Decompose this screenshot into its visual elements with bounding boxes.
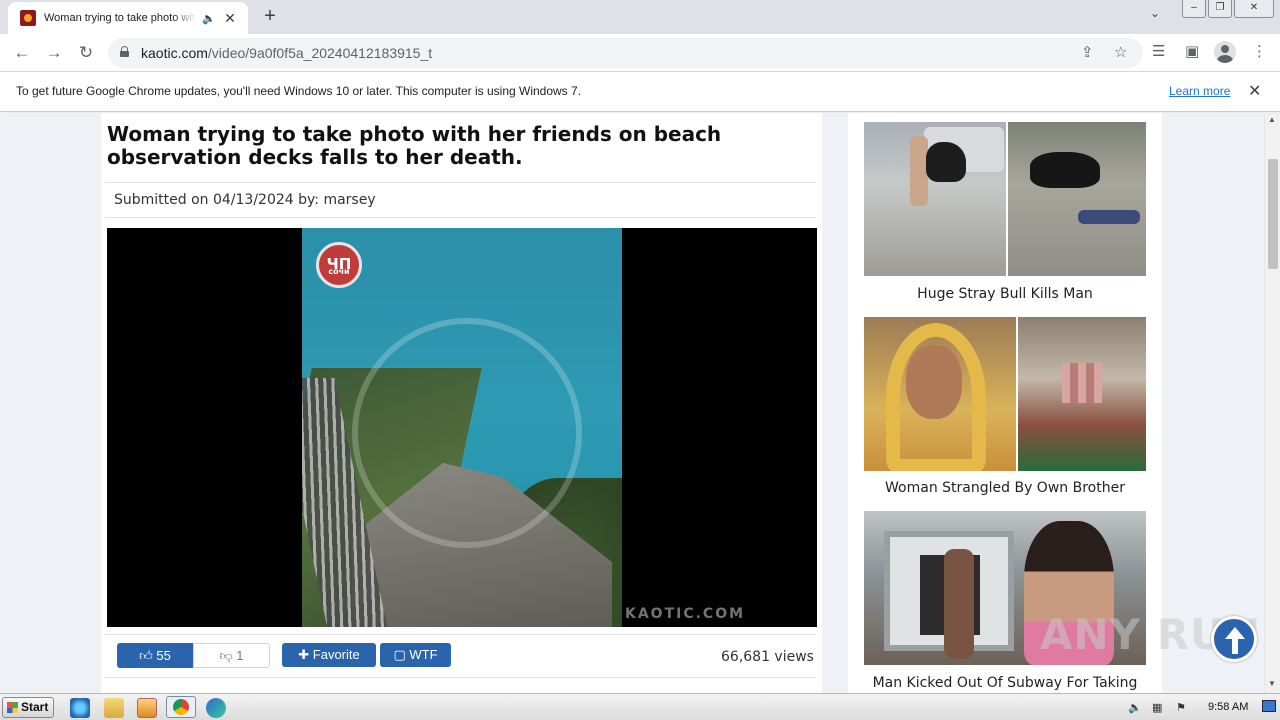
tab-strip: Woman trying to take photo with her frie… <box>0 0 1280 34</box>
view-count: 66,681 views <box>721 649 814 665</box>
system-clock[interactable]: 9:58 AM <box>1208 701 1248 713</box>
wtf-button[interactable]: ▢ WTF <box>380 643 451 667</box>
tab-title: Woman trying to take photo with her frie… <box>44 12 196 24</box>
window-controls: – ❐ ✕ <box>1182 0 1274 18</box>
speaker-icon[interactable]: 🔈 <box>202 12 216 25</box>
related-video-thumbnail[interactable] <box>864 317 1146 471</box>
like-button[interactable]: 👍︎ 55 <box>117 643 193 668</box>
new-tab-button[interactable]: + <box>258 5 282 29</box>
video-watermark-ring <box>352 318 582 548</box>
divider <box>105 217 816 218</box>
reading-list-icon[interactable]: ☰ <box>1152 42 1165 60</box>
thumbnail-bull <box>1030 152 1100 188</box>
update-infobar: To get future Google Chrome updates, you… <box>0 72 1280 112</box>
learn-more-link[interactable]: Learn more <box>1169 84 1230 98</box>
video-player[interactable]: ЧП сочи KAOTIC.COM <box>107 228 817 627</box>
scroll-to-top-arrow-icon[interactable] <box>1211 616 1257 662</box>
profile-avatar-icon[interactable] <box>1214 41 1236 63</box>
share-icon[interactable]: ⇪ <box>1081 43 1094 61</box>
related-video-title[interactable]: Woman Strangled By Own Brother <box>848 480 1162 496</box>
related-videos-sidebar: Huge Stray Bull Kills Man Woman Strangle… <box>848 113 1162 693</box>
media-player-icon[interactable] <box>137 698 157 718</box>
windows-taskbar: Start 🔈 ▦ ⚑ 9:58 AM <box>0 693 1280 720</box>
related-video-title[interactable]: Man Kicked Out Of Subway For Taking <box>848 675 1162 691</box>
thumbnail-person <box>1078 210 1140 224</box>
divider <box>105 182 816 183</box>
window-close-button[interactable]: ✕ <box>1234 0 1274 18</box>
main-column: Woman trying to take photo with her frie… <box>101 113 822 693</box>
start-button[interactable]: Start <box>2 697 54 718</box>
page-title: Woman trying to take photo with her frie… <box>107 122 722 169</box>
side-panel-icon[interactable]: ▣ <box>1185 42 1199 60</box>
bookmark-star-icon[interactable]: ☆ <box>1114 43 1127 61</box>
site-favicon-icon <box>20 10 36 26</box>
chrome-taskbar-button[interactable] <box>166 696 196 718</box>
thumbnail-panel <box>1008 122 1146 276</box>
page-scrollbar[interactable]: ▲ ▼ <box>1264 113 1280 693</box>
divider <box>105 677 816 678</box>
thumbnail-panel <box>864 122 1006 276</box>
dislike-button[interactable]: 👎︎ 1 <box>193 643 270 668</box>
plus-icon: ✚ <box>298 647 310 662</box>
url-host: kaotic.com <box>141 45 208 61</box>
thumbnail-censor-blur <box>1062 363 1102 403</box>
menu-kebab-icon[interactable]: ⋮ <box>1252 42 1267 60</box>
related-video-thumbnail[interactable] <box>864 122 1146 276</box>
scroll-down-arrow-icon[interactable]: ▼ <box>1268 679 1276 688</box>
dislike-count: 1 <box>236 648 244 663</box>
video-watermark: KAOTIC.COM <box>625 606 746 622</box>
action-center-flag-icon[interactable]: ⚑ <box>1176 701 1186 714</box>
thumbs-up-icon: 👍︎ <box>139 648 153 663</box>
address-bar[interactable]: kaotic.com/video/9a0f0f5a_20240412183915… <box>108 38 1143 68</box>
thumbnail-panel <box>1018 317 1146 471</box>
scroll-up-arrow-icon[interactable]: ▲ <box>1268 115 1276 124</box>
note-icon: ▢ <box>393 647 406 662</box>
url-path: /video/9a0f0f5a_20240412183915_t <box>207 45 433 61</box>
like-count: 55 <box>156 648 171 663</box>
chrome-icon <box>173 699 189 715</box>
reload-icon[interactable]: ↻ <box>74 41 98 65</box>
scrollbar-thumb[interactable] <box>1268 159 1278 269</box>
lock-icon[interactable] <box>120 46 129 57</box>
related-video-title[interactable]: Huge Stray Bull Kills Man <box>848 286 1162 302</box>
favorite-label: Favorite <box>312 647 360 662</box>
favorite-button[interactable]: ✚ Favorite <box>282 643 376 667</box>
wtf-label: WTF <box>409 647 438 662</box>
internet-explorer-icon[interactable] <box>70 698 90 718</box>
submission-info: Submitted on 04/13/2024 by: marsey <box>114 192 376 208</box>
minimize-button[interactable]: – <box>1182 0 1206 18</box>
forward-arrow-icon[interactable]: → <box>42 41 66 65</box>
file-explorer-icon[interactable] <box>104 698 124 718</box>
close-infobar-icon[interactable]: ✕ <box>1248 81 1261 101</box>
infobar-message: To get future Google Chrome updates, you… <box>16 84 582 98</box>
web-page: Woman trying to take photo with her frie… <box>0 113 1264 693</box>
channel-logo: ЧП сочи <box>316 242 362 288</box>
tab-search-chevron-icon[interactable]: ⌄ <box>1150 6 1160 20</box>
thumbnail-bull <box>926 142 966 182</box>
edge-icon[interactable] <box>206 698 226 718</box>
thumbnail-face <box>906 345 962 419</box>
url-text[interactable]: kaotic.com/video/9a0f0f5a_20240412183915… <box>141 45 432 61</box>
thumbnail-panel <box>864 317 1016 471</box>
close-tab-icon[interactable]: ✕ <box>222 10 238 27</box>
volume-icon[interactable]: 🔈 <box>1128 701 1142 714</box>
divider <box>105 634 816 635</box>
thumbnail-person <box>944 549 974 659</box>
browser-tab[interactable]: Woman trying to take photo with her frie… <box>8 2 248 34</box>
restore-button[interactable]: ❐ <box>1208 0 1232 18</box>
channel-logo-subtext: сочи <box>328 267 350 276</box>
show-desktop-icon[interactable] <box>1262 700 1276 712</box>
video-frame[interactable]: ЧП сочи <box>302 228 622 627</box>
thumbs-down-icon: 👎︎ <box>219 648 233 663</box>
browser-toolbar: ← → ↻ kaotic.com/video/9a0f0f5a_20240412… <box>0 34 1280 72</box>
network-icon[interactable]: ▦ <box>1152 701 1162 714</box>
back-arrow-icon[interactable]: ← <box>10 41 34 65</box>
